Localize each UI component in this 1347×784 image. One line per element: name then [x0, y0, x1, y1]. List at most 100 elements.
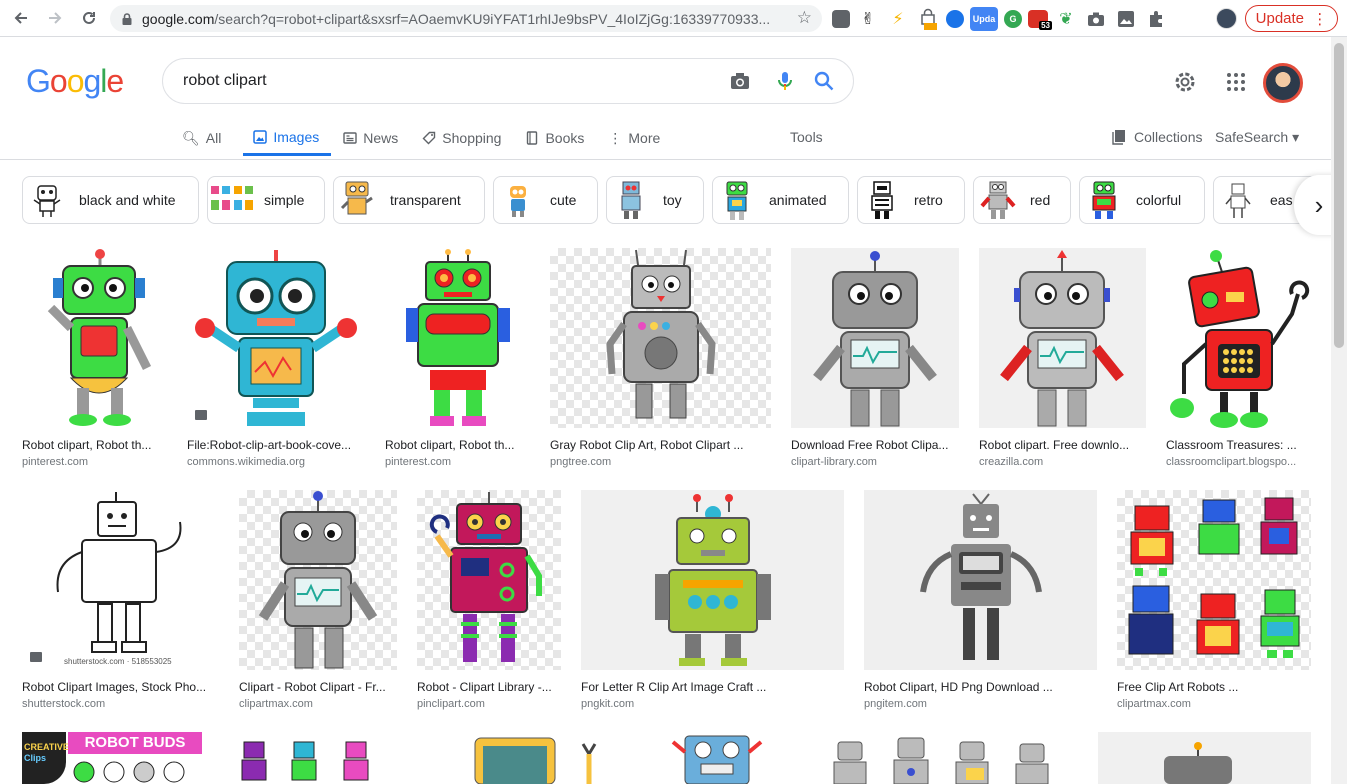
result-source: pngtree.com — [550, 456, 612, 468]
image-result[interactable]: For Letter R Clip Art Image Craft ... pn… — [581, 490, 844, 710]
tab-all[interactable]: 🔍︎ All — [180, 120, 233, 156]
address-bar[interactable]: google.com/search?q=robot+clipart&sxsrf=… — [110, 5, 822, 32]
collections-link[interactable]: Collections — [1112, 129, 1202, 145]
image-result[interactable]: File:Robot-clip-art-book-cove... commons… — [187, 248, 365, 468]
update-button[interactable]: Update ⋮ — [1245, 5, 1338, 32]
result-thumbnail[interactable] — [791, 248, 959, 428]
chip-transparent[interactable]: transparent — [333, 176, 485, 224]
result-thumbnail[interactable] — [22, 248, 167, 428]
tab-news[interactable]: News — [341, 120, 410, 156]
result-title[interactable]: Robot Clipart, HD Png Download ... — [864, 680, 1097, 694]
chip-toy[interactable]: toy — [606, 176, 704, 224]
search-box[interactable] — [162, 58, 854, 104]
extension-grammarly-icon[interactable]: G — [1004, 10, 1022, 28]
result-thumbnail[interactable] — [550, 248, 771, 428]
result-thumbnail[interactable]: shutterstock.com · 518553025 — [22, 490, 219, 670]
extension-image-icon[interactable] — [1114, 7, 1138, 31]
image-result[interactable] — [645, 732, 790, 784]
bookmark-star-icon[interactable]: ☆ — [797, 8, 812, 28]
extension-evernote-icon[interactable]: ❦ — [1054, 7, 1078, 31]
extension-upda-icon[interactable]: Upda — [970, 7, 998, 31]
image-result[interactable]: shutterstock.com · 518553025 Robot Clipa… — [22, 490, 219, 710]
image-result[interactable] — [222, 732, 387, 784]
extension-todoist-icon[interactable]: 53 — [1028, 10, 1052, 30]
image-result[interactable]: Free Clip Art Robots ... clipartmax.com — [1117, 490, 1311, 710]
result-thumbnail[interactable] — [407, 732, 625, 784]
browser-profile-avatar[interactable] — [1216, 8, 1237, 29]
search-input[interactable] — [183, 72, 703, 90]
result-title[interactable]: Robot clipart, Robot th... — [22, 438, 167, 452]
tab-images[interactable]: Images — [243, 120, 332, 156]
result-title[interactable]: Classroom Treasures: ... — [1166, 438, 1311, 452]
extensions-puzzle-icon[interactable] — [1144, 7, 1168, 31]
image-result[interactable]: Robot - Clipart Library -... pinclipart.… — [417, 490, 561, 710]
extension-camera-icon[interactable] — [1084, 7, 1108, 31]
result-thumbnail[interactable] — [864, 490, 1097, 670]
chip-retro[interactable]: retro — [857, 176, 965, 224]
result-thumbnail[interactable] — [581, 490, 844, 670]
result-thumbnail[interactable] — [222, 732, 387, 784]
result-title[interactable]: Robot Clipart Images, Stock Pho... — [22, 680, 219, 694]
result-thumbnail[interactable] — [187, 248, 365, 428]
result-title[interactable]: File:Robot-clip-art-book-cove... — [187, 438, 365, 452]
settings-gear-icon[interactable] — [1173, 70, 1197, 94]
extension-puzzle-circle-icon[interactable] — [946, 10, 964, 28]
result-title[interactable]: Robot clipart, Robot th... — [385, 438, 530, 452]
result-thumbnail[interactable] — [1166, 248, 1311, 428]
extension-hand-icon[interactable]: ✌ — [856, 7, 880, 31]
google-logo[interactable]: Google — [26, 63, 124, 100]
extension-square-icon[interactable] — [832, 10, 850, 28]
extension-lightning-icon[interactable]: ⚡ — [886, 7, 910, 31]
image-result[interactable] — [810, 732, 1078, 784]
image-result[interactable]: Download Free Robot Clipa... clipart-lib… — [791, 248, 959, 468]
result-title[interactable]: For Letter R Clip Art Image Craft ... — [581, 680, 844, 694]
result-title[interactable]: Gray Robot Clip Art, Robot Clipart ... — [550, 438, 771, 452]
result-title[interactable]: Robot - Clipart Library -... — [417, 680, 561, 694]
chip-red[interactable]: red — [973, 176, 1071, 224]
chip-colorful[interactable]: colorful — [1079, 176, 1205, 224]
image-result[interactable]: Robot Clipart, HD Png Download ... pngit… — [864, 490, 1097, 710]
result-thumbnail[interactable] — [1117, 490, 1311, 670]
account-avatar[interactable] — [1263, 63, 1303, 103]
result-title[interactable]: Free Clip Art Robots ... — [1117, 680, 1311, 694]
image-result[interactable]: CREATIVE Clips ROBOT BUDS — [22, 732, 202, 784]
reload-icon[interactable] — [76, 5, 102, 31]
result-title[interactable]: Download Free Robot Clipa... — [791, 438, 959, 452]
image-result[interactable]: Robot clipart, Robot th... pinterest.com — [22, 248, 167, 468]
result-thumbnail[interactable] — [645, 732, 790, 784]
image-result[interactable] — [1098, 732, 1311, 784]
result-thumbnail[interactable] — [810, 732, 1078, 784]
image-result[interactable]: Robot clipart. Free downlo... creazilla.… — [979, 248, 1146, 468]
extension-lock-dv-icon[interactable] — [916, 7, 940, 31]
search-icon[interactable] — [813, 70, 835, 92]
chip-animated[interactable]: animated — [712, 176, 849, 224]
result-thumbnail[interactable] — [1098, 732, 1311, 784]
result-thumbnail[interactable] — [385, 248, 530, 428]
result-thumbnail[interactable] — [239, 490, 397, 670]
tab-books[interactable]: Books — [523, 120, 596, 156]
page-scrollbar[interactable] — [1331, 37, 1347, 784]
tab-more[interactable]: ⋮ More — [606, 120, 672, 156]
chip-cute[interactable]: cute — [493, 176, 598, 224]
scrollbar-thumb[interactable] — [1334, 43, 1344, 348]
image-result[interactable]: Robot clipart, Robot th... pinterest.com — [385, 248, 530, 468]
chip-simple[interactable]: simple — [207, 176, 325, 224]
result-title[interactable]: Robot clipart. Free downlo... — [979, 438, 1146, 452]
back-icon[interactable] — [8, 5, 34, 31]
microphone-icon[interactable] — [774, 70, 796, 92]
apps-grid-icon[interactable] — [1224, 70, 1248, 94]
safesearch-dropdown[interactable]: SafeSearch ▾ — [1215, 129, 1299, 146]
forward-icon[interactable] — [42, 5, 68, 31]
chip-black-and-white[interactable]: black and white — [22, 176, 199, 224]
image-result[interactable]: Gray Robot Clip Art, Robot Clipart ... p… — [550, 248, 771, 468]
image-result[interactable] — [407, 732, 625, 784]
image-result[interactable]: Classroom Treasures: ... classroomclipar… — [1166, 248, 1311, 468]
result-thumbnail[interactable] — [979, 248, 1146, 428]
tools-button[interactable]: Tools — [790, 129, 823, 145]
tab-shopping[interactable]: Shopping — [420, 120, 513, 156]
image-result[interactable]: Clipart - Robot Clipart - Fr... clipartm… — [239, 490, 397, 710]
result-title[interactable]: Clipart - Robot Clipart - Fr... — [239, 680, 397, 694]
camera-search-icon[interactable] — [729, 70, 751, 92]
result-thumbnail[interactable]: CREATIVE Clips ROBOT BUDS — [22, 732, 202, 784]
result-thumbnail[interactable] — [417, 490, 561, 670]
